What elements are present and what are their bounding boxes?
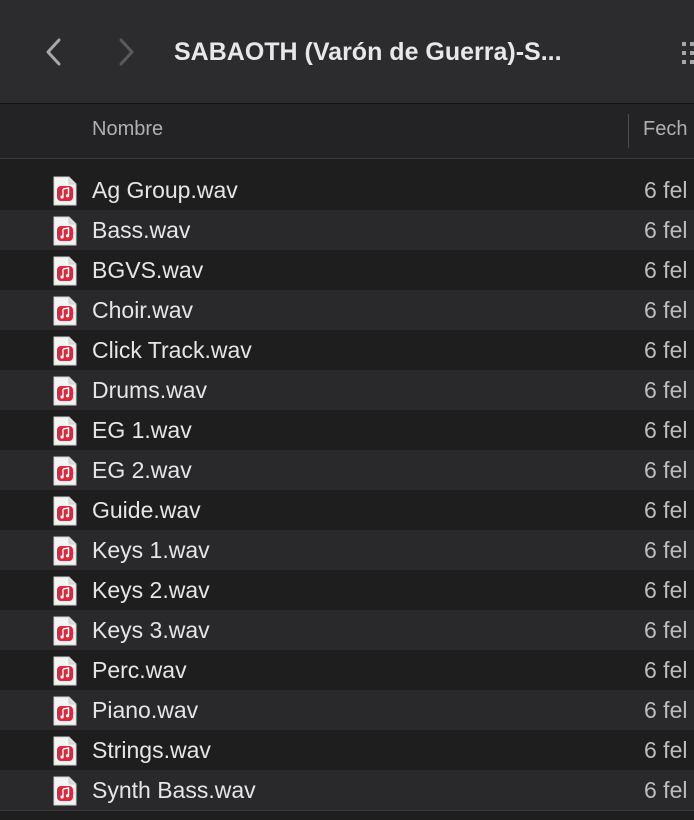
- audio-file-icon: [52, 296, 78, 326]
- file-row[interactable]: EG 2.wav 6 fel: [0, 450, 694, 490]
- file-list: Ag Group.wav 6 fel Bass.wav 6 fel BGVS.wav 6 …: [0, 170, 694, 810]
- audio-file-icon: [52, 696, 78, 726]
- file-row[interactable]: Keys 1.wav 6 fel: [0, 530, 694, 570]
- file-name: BGVS.wav: [92, 257, 204, 283]
- file-name: Bass.wav: [92, 217, 191, 243]
- audio-file-icon: [52, 576, 78, 606]
- file-name: Keys 2.wav: [92, 577, 210, 603]
- file-name: Perc.wav: [92, 657, 187, 683]
- chevron-right-icon: [119, 38, 134, 66]
- audio-file-icon: [52, 736, 78, 766]
- finder-window: SABAOTH (Varón de Guerra)-S... Nombre Fe…: [0, 0, 694, 820]
- file-name: EG 2.wav: [92, 457, 192, 483]
- list-header: Nombre Fech: [0, 104, 694, 159]
- audio-file-icon: [52, 456, 78, 486]
- window-title: SABAOTH (Varón de Guerra)-S...: [174, 38, 562, 66]
- file-date: 6 fel: [644, 457, 688, 483]
- file-name: Guide.wav: [92, 497, 201, 523]
- file-date: 6 fel: [644, 657, 688, 683]
- file-date: 6 fel: [644, 737, 688, 763]
- grid-view-icon: [682, 42, 694, 64]
- view-options-button[interactable]: [680, 40, 694, 66]
- file-name: Ag Group.wav: [92, 177, 238, 203]
- file-date: 6 fel: [644, 377, 688, 403]
- file-row[interactable]: Ag Group.wav 6 fel: [0, 170, 694, 210]
- column-header-name[interactable]: Nombre: [92, 118, 163, 141]
- file-date: 6 fel: [644, 297, 688, 323]
- file-date: 6 fel: [644, 417, 688, 443]
- file-row[interactable]: Synth Bass.wav 6 fel: [0, 770, 694, 810]
- file-row[interactable]: Choir.wav 6 fel: [0, 290, 694, 330]
- file-name: EG 1.wav: [92, 417, 192, 443]
- file-row[interactable]: Bass.wav 6 fel: [0, 210, 694, 250]
- file-row[interactable]: Strings.wav 6 fel: [0, 730, 694, 770]
- audio-file-icon: [52, 216, 78, 246]
- list-bottom: [0, 810, 694, 820]
- column-divider[interactable]: [628, 114, 629, 148]
- audio-file-icon: [52, 176, 78, 206]
- file-name: Keys 3.wav: [92, 617, 210, 643]
- forward-button[interactable]: [106, 30, 146, 74]
- back-button[interactable]: [34, 30, 74, 74]
- file-row[interactable]: Piano.wav 6 fel: [0, 690, 694, 730]
- file-date: 6 fel: [644, 777, 688, 803]
- audio-file-icon: [52, 416, 78, 446]
- chevron-left-icon: [46, 38, 61, 66]
- audio-file-icon: [52, 536, 78, 566]
- audio-file-icon: [52, 656, 78, 686]
- file-date: 6 fel: [644, 257, 688, 283]
- file-name: Piano.wav: [92, 697, 199, 723]
- column-header-date[interactable]: Fech: [643, 118, 687, 141]
- audio-file-icon: [52, 336, 78, 366]
- audio-file-icon: [52, 776, 78, 806]
- file-date: 6 fel: [644, 177, 688, 203]
- file-row[interactable]: Keys 3.wav 6 fel: [0, 610, 694, 650]
- file-name: Click Track.wav: [92, 337, 252, 363]
- file-date: 6 fel: [644, 497, 688, 523]
- audio-file-icon: [52, 256, 78, 286]
- toolbar: SABAOTH (Varón de Guerra)-S...: [0, 0, 694, 104]
- file-row[interactable]: Drums.wav 6 fel: [0, 370, 694, 410]
- file-date: 6 fel: [644, 217, 688, 243]
- file-row[interactable]: EG 1.wav 6 fel: [0, 410, 694, 450]
- file-date: 6 fel: [644, 617, 688, 643]
- file-row[interactable]: Guide.wav 6 fel: [0, 490, 694, 530]
- file-name: Choir.wav: [92, 297, 193, 323]
- file-name: Keys 1.wav: [92, 537, 210, 563]
- audio-file-icon: [52, 616, 78, 646]
- file-row[interactable]: Perc.wav 6 fel: [0, 650, 694, 690]
- file-name: Drums.wav: [92, 377, 208, 403]
- file-name: Synth Bass.wav: [92, 777, 256, 803]
- file-date: 6 fel: [644, 337, 688, 363]
- file-name: Strings.wav: [92, 737, 211, 763]
- file-date: 6 fel: [644, 537, 688, 563]
- audio-file-icon: [52, 376, 78, 406]
- file-row[interactable]: Click Track.wav 6 fel: [0, 330, 694, 370]
- file-row[interactable]: Keys 2.wav 6 fel: [0, 570, 694, 610]
- file-date: 6 fel: [644, 697, 688, 723]
- file-row[interactable]: BGVS.wav 6 fel: [0, 250, 694, 290]
- file-date: 6 fel: [644, 577, 688, 603]
- audio-file-icon: [52, 496, 78, 526]
